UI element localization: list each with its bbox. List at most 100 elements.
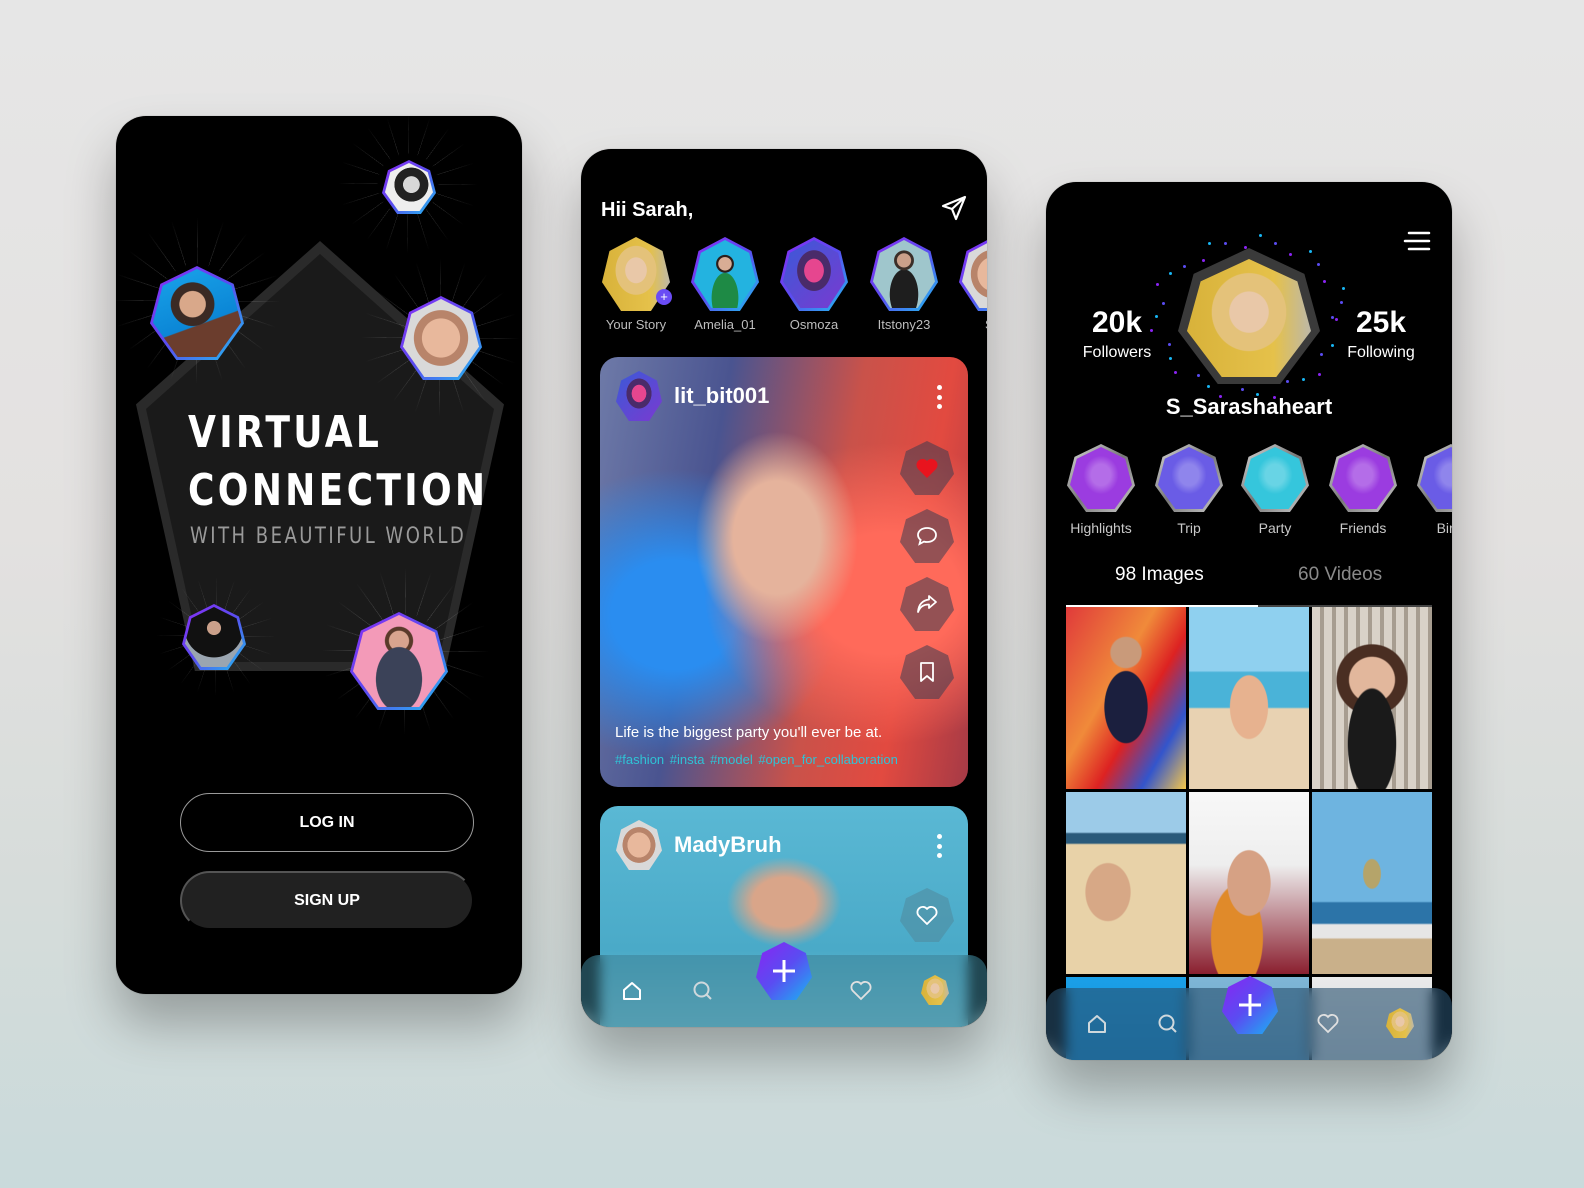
sparkle-dot — [1316, 263, 1320, 267]
sparkle-dot — [1224, 242, 1228, 246]
login-button[interactable]: LOG IN — [180, 793, 474, 852]
sparkle-dot — [1206, 385, 1210, 389]
story-label: Amelia_01 — [694, 317, 756, 332]
highlight-label: Trip — [1177, 520, 1201, 536]
stories-row: + Your Story Amelia_01 Osmoza Itstony23 … — [599, 237, 987, 347]
highlight-label: Highlights — [1070, 520, 1132, 536]
following-stat[interactable]: 25k Following — [1331, 306, 1431, 362]
heart-icon[interactable] — [1316, 1012, 1340, 1036]
more-options-icon[interactable] — [936, 385, 942, 409]
media-thumbnail[interactable] — [1312, 792, 1432, 974]
media-thumbnail[interactable] — [1066, 792, 1186, 974]
search-icon[interactable] — [1156, 1012, 1180, 1036]
sparkle-dot — [1155, 282, 1159, 286]
sparkle-dot — [1322, 279, 1326, 283]
add-story-icon[interactable]: + — [656, 289, 672, 305]
sparkle-dot — [1162, 302, 1166, 306]
search-icon[interactable] — [691, 979, 715, 1003]
story-avatar — [694, 240, 756, 308]
story-avatar — [962, 240, 987, 308]
story-label: Your Story — [605, 317, 667, 332]
greeting: Hii Sarah, — [601, 199, 694, 221]
sparkle-dot — [1286, 379, 1290, 383]
home-icon[interactable] — [1085, 1012, 1109, 1036]
following-label: Following — [1347, 344, 1415, 361]
tab-videos[interactable]: 60 Videos — [1298, 564, 1382, 586]
post-author-avatar[interactable] — [616, 820, 662, 870]
followers-count: 20k — [1091, 306, 1143, 339]
hamburger-menu-icon[interactable] — [1402, 226, 1432, 256]
app-subtitle: WITH BEAUTIFUL WORLD — [190, 524, 467, 549]
tab-images[interactable]: 98 Images — [1115, 564, 1204, 586]
sparkle-dot — [1173, 370, 1177, 374]
profile-avatar[interactable] — [921, 975, 949, 1005]
signup-button[interactable]: SIGN UP — [180, 871, 474, 930]
login-screen: VIRTUAL CONNECTION WITH BEAUTIFUL WORLD … — [116, 116, 522, 994]
home-icon[interactable] — [620, 979, 644, 1003]
highlight-item[interactable]: Birth — [1414, 444, 1452, 536]
highlight-label: Birth — [1436, 520, 1452, 536]
story-label: Itstony23 — [877, 317, 931, 332]
post-hashtags[interactable]: #fashion #insta #model #open_for_collabo… — [615, 752, 898, 767]
sparkle-dot — [1168, 272, 1172, 276]
highlight-item[interactable]: Trip — [1152, 444, 1226, 536]
post-caption: Life is the biggest party you'll ever be… — [615, 724, 883, 741]
highlight-cover — [1332, 447, 1394, 509]
story-item[interactable]: Sa — [956, 237, 987, 332]
following-count: 25k — [1355, 306, 1407, 339]
share-button[interactable] — [900, 577, 954, 631]
heart-icon[interactable] — [849, 979, 873, 1003]
story-item[interactable]: Osmoza — [777, 237, 851, 332]
story-item[interactable]: Amelia_01 — [688, 237, 762, 332]
like-button[interactable] — [900, 441, 954, 495]
story-item[interactable]: Itstony23 — [867, 237, 941, 332]
bookmark-icon — [920, 662, 934, 682]
sparkle-dot — [1259, 234, 1263, 238]
profile-avatar[interactable] — [1386, 1008, 1414, 1038]
more-options-icon[interactable] — [936, 834, 942, 858]
media-thumbnail[interactable] — [1312, 607, 1432, 789]
post-author-avatar[interactable] — [616, 371, 662, 421]
media-thumbnail[interactable] — [1066, 607, 1186, 789]
story-avatar — [873, 240, 935, 308]
plus-icon — [773, 960, 795, 982]
highlight-label: Party — [1258, 520, 1292, 536]
sparkle-dot — [1319, 353, 1323, 357]
post-username[interactable]: MadyBruh — [674, 832, 782, 858]
heart-icon — [916, 458, 938, 478]
sparkle-dot — [1183, 265, 1187, 269]
story-avatar — [783, 240, 845, 308]
profile-screen: 20k Followers 25k Following S_Sarashahea… — [1046, 182, 1452, 1060]
like-button[interactable] — [900, 888, 954, 942]
plus-icon — [1239, 994, 1261, 1016]
sparkle-dot — [1197, 374, 1201, 378]
highlight-item[interactable]: Party — [1238, 444, 1312, 536]
comment-icon — [917, 527, 937, 546]
sparkle-dot — [1273, 241, 1277, 245]
highlight-cover — [1070, 447, 1132, 509]
highlight-cover — [1420, 447, 1452, 509]
followers-label: Followers — [1082, 344, 1152, 361]
title-line-1: VIRTUAL — [188, 407, 383, 458]
profile-username: S_Sarashaheart — [1165, 394, 1333, 419]
story-item[interactable]: + Your Story — [599, 237, 673, 332]
sparkle-dot — [1302, 377, 1306, 381]
comment-button[interactable] — [900, 509, 954, 563]
media-thumbnail[interactable] — [1189, 792, 1309, 974]
media-thumbnail[interactable] — [1189, 607, 1309, 789]
paper-plane-icon[interactable] — [939, 193, 969, 223]
sparkle-dot — [1241, 387, 1245, 391]
sparkle-dot — [1341, 286, 1345, 290]
sparkle-dot — [1243, 245, 1247, 249]
sparkle-dot — [1317, 372, 1321, 376]
post-username[interactable]: lit_bit001 — [674, 383, 769, 409]
highlight-cover — [1158, 447, 1220, 509]
bookmark-button[interactable] — [900, 645, 954, 699]
story-label: Osmoza — [789, 317, 839, 332]
share-icon — [917, 595, 937, 613]
highlight-item[interactable]: Highlights — [1064, 444, 1138, 536]
followers-stat[interactable]: 20k Followers — [1067, 306, 1167, 362]
highlight-item[interactable]: Friends — [1326, 444, 1400, 536]
app-title: VIRTUAL CONNECTION — [188, 404, 488, 520]
post-card[interactable]: lit_bit001 Life is the biggest party you… — [600, 357, 968, 787]
